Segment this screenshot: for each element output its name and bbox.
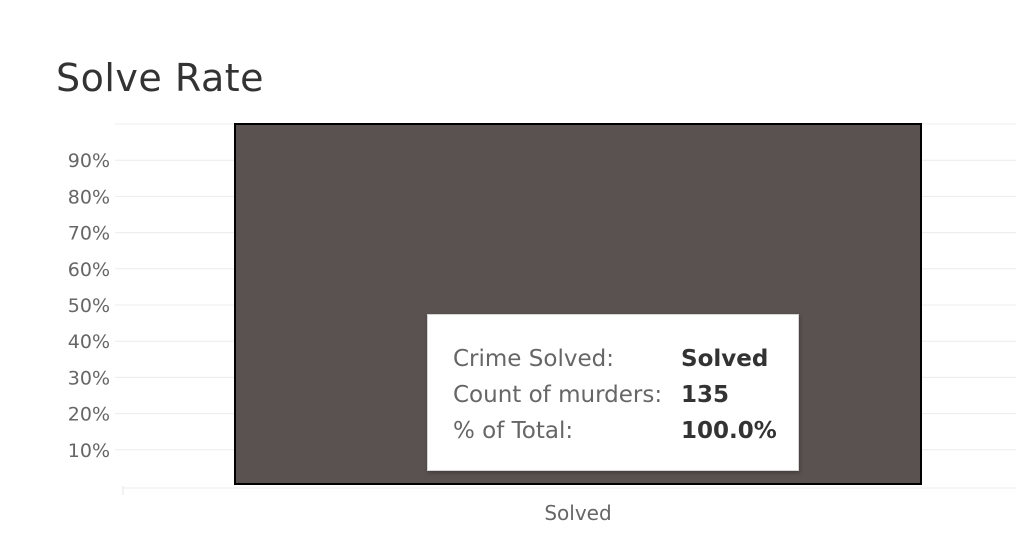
y-tick-label: 80% bbox=[68, 186, 110, 208]
y-tick-label: 10% bbox=[68, 440, 110, 462]
y-tick-label: 50% bbox=[68, 295, 110, 317]
x-tick-label: Solved bbox=[544, 501, 611, 525]
tooltip-value: 100.0% bbox=[681, 418, 777, 444]
y-axis-ticks: 10% 20% 30% 40% 50% 60% 70% 80% 90% bbox=[68, 150, 110, 462]
y-tick-label: 90% bbox=[68, 150, 110, 172]
tooltip-row-crime-solved: Crime Solved: Solved bbox=[453, 341, 798, 377]
y-tick-label: 70% bbox=[68, 223, 110, 245]
tooltip-key: % of Total: bbox=[453, 418, 574, 444]
bar-tooltip: Crime Solved: Solved Count of murders: 1… bbox=[427, 314, 799, 471]
tooltip-value: 135 bbox=[681, 382, 730, 408]
tooltip-row-count: Count of murders: 135 bbox=[453, 377, 798, 413]
chart-page: Solve Rate 10% 20% 30% 40% 50% 60% 70% 80% 90% S… bbox=[0, 0, 1016, 540]
x-axis-ticks: Solved bbox=[544, 501, 611, 525]
tooltip-key: Count of murders: bbox=[453, 382, 663, 408]
y-tick-label: 60% bbox=[68, 259, 110, 281]
tooltip-value: Solved bbox=[681, 346, 769, 372]
tooltip-key: Crime Solved: bbox=[453, 346, 614, 372]
y-tick-label: 20% bbox=[68, 404, 110, 426]
y-tick-label: 40% bbox=[68, 331, 110, 353]
y-tick-label: 30% bbox=[68, 367, 110, 389]
tooltip-row-percent: % of Total: 100.0% bbox=[453, 413, 798, 449]
